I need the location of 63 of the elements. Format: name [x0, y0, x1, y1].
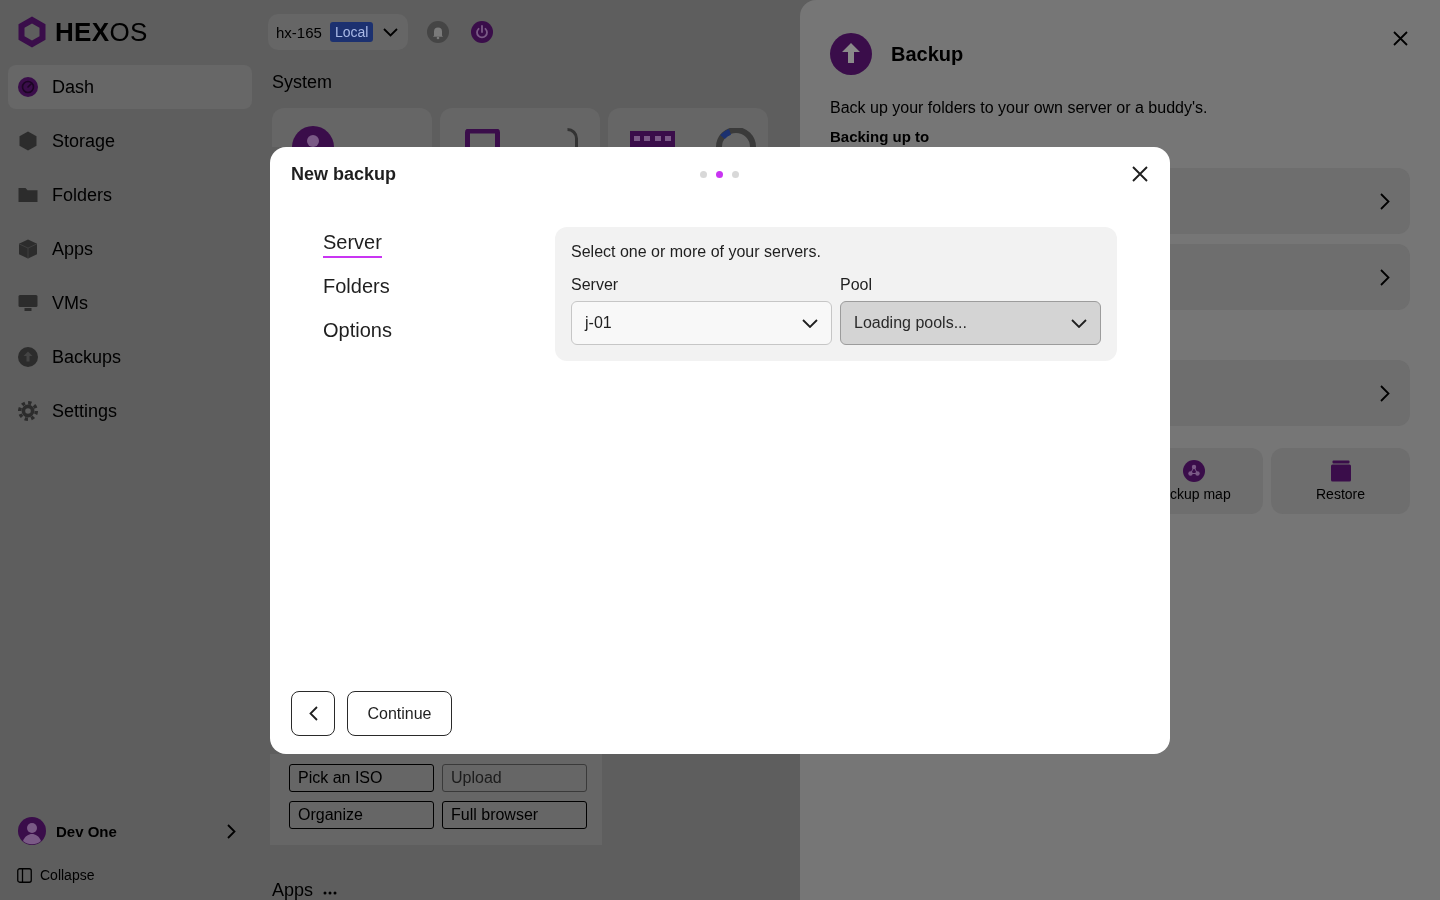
- file-action-button[interactable]: Pick an ISO: [289, 764, 434, 792]
- bell-icon[interactable]: [427, 21, 450, 43]
- folder-icon: [18, 185, 38, 205]
- step-tab[interactable]: Options: [323, 318, 392, 346]
- section-title: Apps: [272, 880, 314, 900]
- hexagon-icon: [18, 131, 38, 151]
- avatar-icon: [18, 817, 46, 845]
- file-action-button[interactable]: Full browser: [442, 801, 587, 829]
- section-title: Backing up to: [830, 128, 931, 146]
- close-icon[interactable]: [1132, 166, 1148, 182]
- server-selector[interactable]: hx-165 Local: [268, 14, 409, 50]
- chevron-down-icon: [802, 318, 818, 328]
- sidebar-item[interactable]: Dash: [8, 65, 252, 109]
- settings-icon: [18, 401, 38, 421]
- chevron-left-icon: [308, 706, 318, 721]
- drawer-description: Back up your folders to your own server or a buddy's.: [830, 98, 1209, 117]
- server-name: hx-165: [276, 23, 322, 41]
- ring-gauge-icon: [716, 128, 756, 147]
- gauge-icon: [18, 77, 38, 97]
- action-tile[interactable]: Restore: [1271, 448, 1410, 514]
- field-label: Server: [571, 276, 620, 294]
- chevron-down-icon: [383, 27, 399, 37]
- action-tile[interactable]: ckup map: [1170, 448, 1263, 514]
- step-tab[interactable]: Server: [323, 230, 382, 258]
- sidebar-item[interactable]: VMs: [8, 281, 252, 325]
- sidebar-item[interactable]: Storage: [8, 119, 252, 163]
- back-button[interactable]: [291, 691, 335, 736]
- tile-label: ckup map: [1170, 486, 1231, 502]
- network-icon: [1183, 460, 1205, 482]
- sidebar-item[interactable]: Folders: [8, 173, 252, 217]
- monitor-icon: [18, 293, 38, 313]
- chevron-right-icon: [1380, 268, 1390, 286]
- chevron-right-icon: [1380, 384, 1390, 402]
- sidebar-item[interactable]: Settings: [8, 389, 252, 433]
- ring-icon: [566, 128, 578, 147]
- power-icon[interactable]: [471, 21, 494, 43]
- sidebar-item[interactable]: Apps: [8, 227, 252, 271]
- step-tab[interactable]: Folders: [323, 274, 390, 302]
- box-icon: [1329, 460, 1352, 482]
- field-label: Pool: [840, 276, 874, 294]
- sidebar-panel-icon: [17, 867, 32, 883]
- chevron-right-icon: [227, 823, 236, 839]
- server-badge: Local: [329, 22, 374, 42]
- chevron-right-icon: [1380, 192, 1390, 210]
- drawer-title: Backup: [891, 42, 964, 66]
- select-field[interactable]: j-01: [571, 301, 832, 345]
- user-menu-button[interactable]: Dev One: [8, 817, 252, 845]
- prompt-text: Select one or more of your servers.: [571, 243, 822, 261]
- more-icon[interactable]: [323, 891, 338, 895]
- dialog-title: New backup: [291, 163, 397, 185]
- sidebar-item[interactable]: Backups: [8, 335, 252, 379]
- collapse-button[interactable]: Collapse: [8, 866, 95, 884]
- cube-icon: [18, 239, 38, 259]
- logo-wordmark: HEXOS: [55, 17, 148, 47]
- memory-icon: [630, 131, 675, 147]
- tile-label: Restore: [1316, 486, 1365, 502]
- hexagon-logo-icon: [18, 16, 46, 48]
- file-action-button[interactable]: Organize: [289, 801, 434, 829]
- avatar-icon: [292, 125, 334, 147]
- section-title: System: [272, 72, 332, 92]
- monitor-icon: [465, 129, 500, 147]
- chevron-down-icon: [1071, 318, 1087, 328]
- continue-button[interactable]: Continue: [347, 691, 452, 736]
